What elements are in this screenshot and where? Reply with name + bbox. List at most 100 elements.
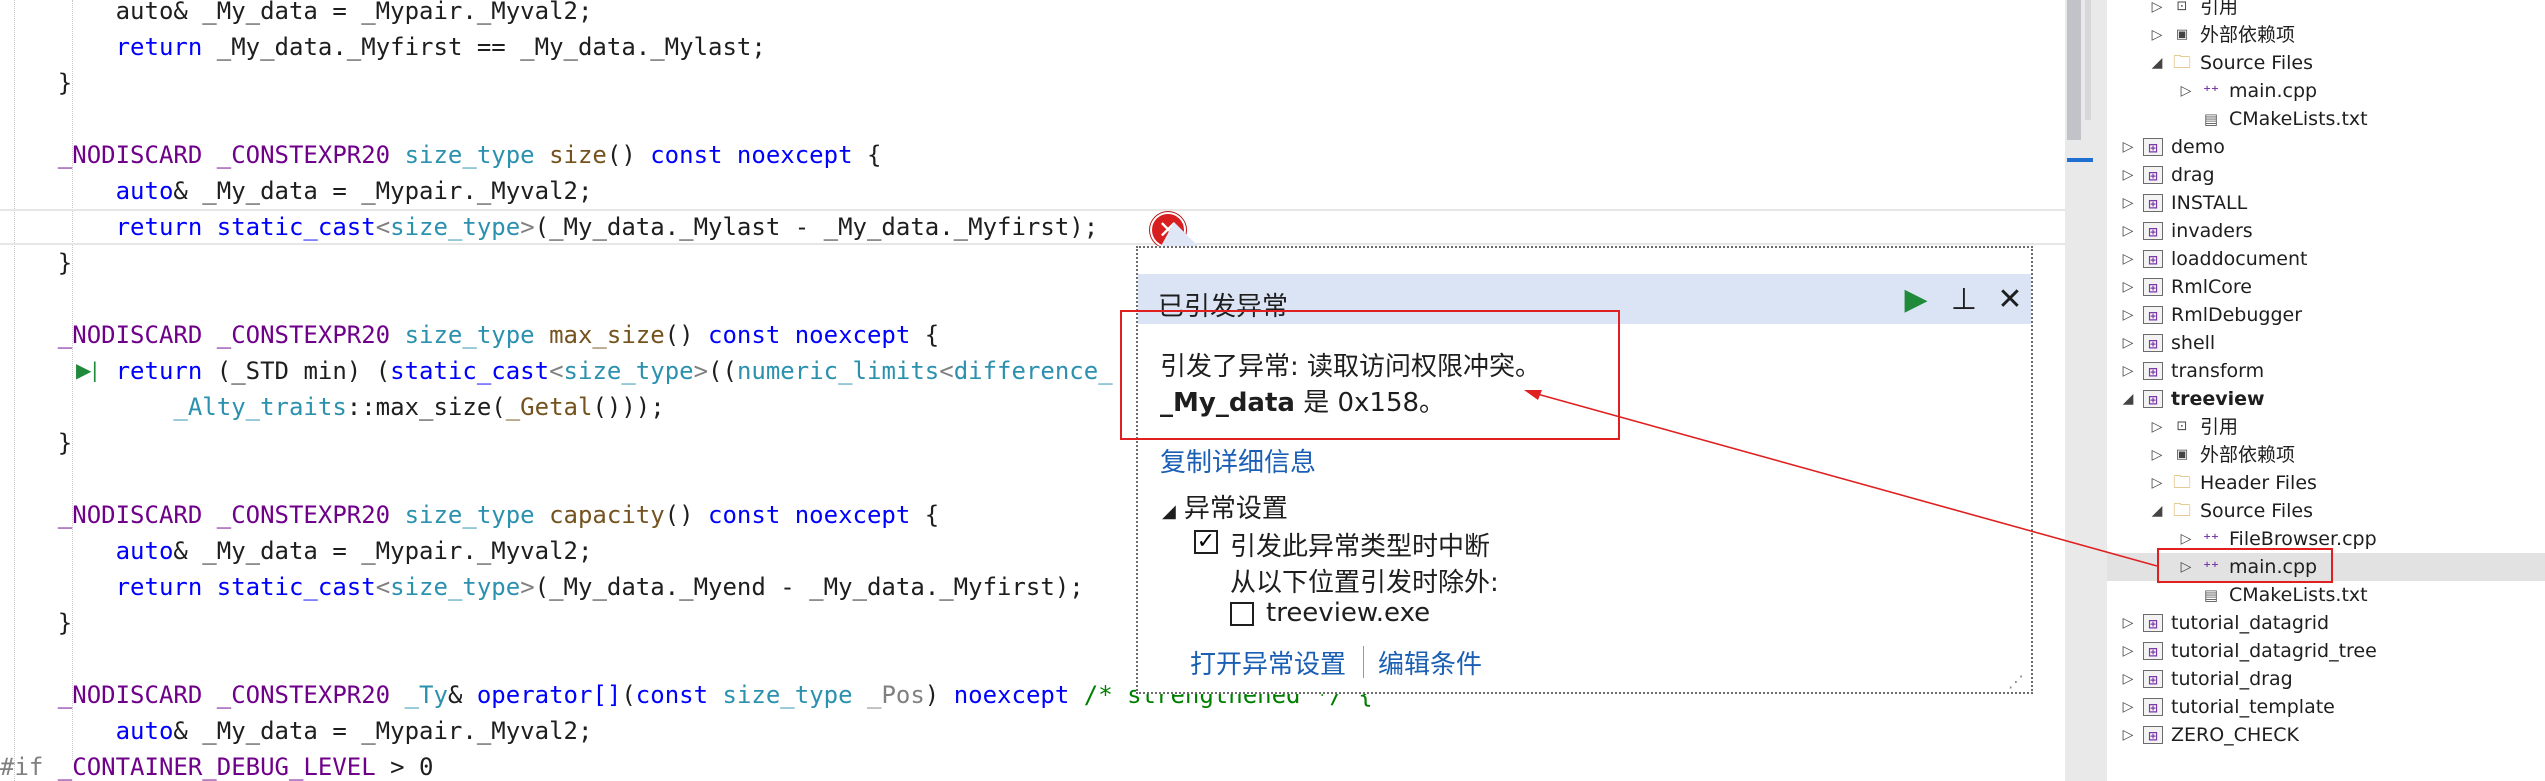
exception-settings-toggle[interactable]: ◢ 异常设置	[1162, 488, 1288, 525]
collapsed-arrow-icon[interactable]: ▷	[2119, 609, 2137, 637]
tree-item[interactable]: ▷ ⊞ shell	[2107, 329, 2545, 357]
tree-item-label: CMakeLists.txt	[2229, 108, 2368, 130]
tree-item[interactable]: ◢ ⊞ treeview	[2107, 385, 2545, 413]
code-token: size_type	[390, 573, 521, 601]
break-when-thrown-label[interactable]: 引发此异常类型时中断	[1230, 526, 1490, 563]
tree-item[interactable]: ▷ ⊞ RmlCore	[2107, 273, 2545, 301]
collapsed-arrow-icon[interactable]: ▷	[2119, 189, 2137, 217]
tree-item[interactable]: ▤ CMakeLists.txt	[2107, 581, 2545, 609]
tree-item[interactable]: ▷ ⊞ INSTALL	[2107, 189, 2545, 217]
code-token: ()	[664, 501, 709, 529]
folder-icon: 🗀	[2173, 472, 2191, 493]
collapsed-arrow-icon[interactable]: ▷	[2119, 693, 2137, 721]
collapsed-arrow-icon[interactable]: ▷	[2148, 469, 2166, 497]
expanded-arrow-icon[interactable]: ◢	[2119, 385, 2137, 413]
code-token: _Alty_traits	[0, 393, 347, 421]
copy-details-link[interactable]: 复制详细信息	[1160, 442, 1316, 479]
code-text: auto& _My_data = _Mypair._Myval2;	[0, 713, 593, 749]
collapsed-arrow-icon[interactable]: ▷	[2148, 0, 2166, 21]
tree-item[interactable]: ▷ ⊞ tutorial_datagrid	[2107, 609, 2545, 637]
tree-item[interactable]: ▷ ⁺⁺ main.cpp	[2107, 77, 2545, 105]
expanded-arrow-icon[interactable]: ◢	[2148, 49, 2166, 77]
collapse-triangle-icon: ◢	[1162, 501, 1176, 522]
tree-item[interactable]: ▷ ⊞ invaders	[2107, 217, 2545, 245]
code-token: static_cast	[390, 357, 550, 385]
exception-settings-heading: 异常设置	[1183, 494, 1288, 524]
tree-item[interactable]: ▷ ▣ 外部依赖项	[2107, 441, 2545, 469]
code-line[interactable]: auto& _My_data = _Mypair._Myval2;	[0, 173, 2065, 209]
pin-icon[interactable]: ⊥	[1944, 280, 1984, 320]
code-token: & _My_data = _Mypair._Myval2;	[173, 537, 593, 565]
collapsed-arrow-icon[interactable]: ▷	[2119, 217, 2137, 245]
tree-item[interactable]: ▷ 🗀 Header Files	[2107, 469, 2545, 497]
code-token: {	[866, 141, 882, 169]
collapsed-arrow-icon[interactable]: ▷	[2119, 721, 2137, 749]
solution-explorer[interactable]: ▷ ⊡ 引用 ▷ ▣ 外部依赖项 ◢ 🗀 Source Files ▷ ⁺⁺ main.cpp ▤ CMa…	[2107, 0, 2545, 781]
code-text: _NODISCARD _CONSTEXPR20 size_type max_si…	[0, 317, 939, 353]
open-exception-settings-link[interactable]: 打开异常设置	[1190, 644, 1346, 681]
module-exception-label[interactable]: treeview.exe	[1266, 598, 1430, 628]
code-line[interactable]: auto& _My_data = _Mypair._Myval2;	[0, 713, 2065, 749]
tree-item[interactable]: ▷ ⊞ loaddocument	[2107, 245, 2545, 273]
annotation-highlight-message	[1120, 310, 1620, 440]
tree-item[interactable]: ▷ ⊞ ZERO_CHECK	[2107, 721, 2545, 749]
project-icon: ⊞	[2143, 334, 2163, 352]
code-token: size_type	[390, 213, 521, 241]
tree-item-label: Header Files	[2200, 472, 2317, 494]
code-line[interactable]: return _My_data._Myfirst == _My_data._My…	[0, 29, 2065, 65]
collapsed-arrow-icon[interactable]: ▷	[2119, 637, 2137, 665]
code-line[interactable]: return static_cast<size_type>(_My_data._…	[0, 209, 2065, 245]
tree-item[interactable]: ▷ ⊞ demo	[2107, 133, 2545, 161]
collapsed-arrow-icon[interactable]: ▷	[2119, 133, 2137, 161]
collapsed-arrow-icon[interactable]: ▷	[2119, 273, 2137, 301]
code-token: auto& _My_data = _Mypair._Myval2;	[0, 0, 593, 25]
code-token: size	[549, 141, 607, 169]
code-token: & _My_data = _Mypair._Myval2;	[173, 177, 593, 205]
tree-item[interactable]: ◢ 🗀 Source Files	[2107, 497, 2545, 525]
resize-grip-icon[interactable]: ⋰	[2008, 672, 2024, 691]
tree-item[interactable]: ▷ ⊞ drag	[2107, 161, 2545, 189]
tree-item[interactable]: ▷ ⊡ 引用	[2107, 0, 2545, 21]
collapsed-arrow-icon[interactable]: ▷	[2119, 301, 2137, 329]
collapsed-arrow-icon[interactable]: ▷	[2119, 161, 2137, 189]
tree-item[interactable]: ▷ ▣ 外部依赖项	[2107, 21, 2545, 49]
editor-vertical-scrollbar[interactable]	[2065, 0, 2107, 781]
tree-item[interactable]: ▷ ⊡ 引用	[2107, 413, 2545, 441]
expanded-arrow-icon[interactable]: ◢	[2148, 497, 2166, 525]
code-line[interactable]: }	[0, 65, 2065, 101]
tree-item[interactable]: ▷ ⊞ RmlDebugger	[2107, 301, 2545, 329]
scrollbar-thumb[interactable]	[2067, 0, 2081, 140]
collapsed-arrow-icon[interactable]: ▷	[2148, 21, 2166, 49]
folder-icon: 🗀	[2173, 52, 2191, 73]
code-token: return static_cast	[0, 213, 376, 241]
code-text: _NODISCARD _CONSTEXPR20 size_type capaci…	[0, 497, 939, 533]
code-text: }	[0, 245, 72, 281]
module-exception-checkbox[interactable]	[1230, 602, 1254, 626]
code-line[interactable]: auto& _My_data = _Mypair._Myval2;	[0, 0, 2065, 29]
tree-item[interactable]: ▷ ⊞ tutorial_datagrid_tree	[2107, 637, 2545, 665]
tree-item[interactable]: ▷ ⊞ tutorial_template	[2107, 693, 2545, 721]
code-token: <	[939, 357, 954, 385]
tree-item[interactable]: ▤ CMakeLists.txt	[2107, 105, 2545, 133]
collapsed-arrow-icon[interactable]: ▷	[2177, 77, 2195, 105]
collapsed-arrow-icon[interactable]: ▷	[2119, 665, 2137, 693]
code-line[interactable]: #if _CONTAINER_DEBUG_LEVEL > 0	[0, 749, 2065, 781]
collapsed-arrow-icon[interactable]: ▷	[2119, 357, 2137, 385]
code-line[interactable]	[0, 101, 2065, 137]
project-icon: ⊞	[2143, 166, 2163, 184]
continue-icon[interactable]: ▶	[1896, 280, 1936, 320]
project-icon: ⊞	[2143, 278, 2163, 296]
tree-item[interactable]: ◢ 🗀 Source Files	[2107, 49, 2545, 77]
code-line[interactable]: _NODISCARD _CONSTEXPR20 size_type size()…	[0, 137, 2065, 173]
collapsed-arrow-icon[interactable]: ▷	[2119, 245, 2137, 273]
code-token: _Getal	[505, 393, 593, 421]
close-icon[interactable]: ✕	[1990, 280, 2030, 320]
edit-conditions-link[interactable]: 编辑条件	[1378, 644, 1482, 681]
tree-item[interactable]: ▷ ⊞ transform	[2107, 357, 2545, 385]
step-into-marker-icon[interactable]: ▶|	[76, 357, 106, 383]
collapsed-arrow-icon[interactable]: ▷	[2119, 329, 2137, 357]
collapsed-arrow-icon[interactable]: ▷	[2148, 413, 2166, 441]
collapsed-arrow-icon[interactable]: ▷	[2148, 441, 2166, 469]
tree-item[interactable]: ▷ ⊞ tutorial_drag	[2107, 665, 2545, 693]
break-when-thrown-checkbox[interactable]: ✓	[1194, 530, 1218, 554]
